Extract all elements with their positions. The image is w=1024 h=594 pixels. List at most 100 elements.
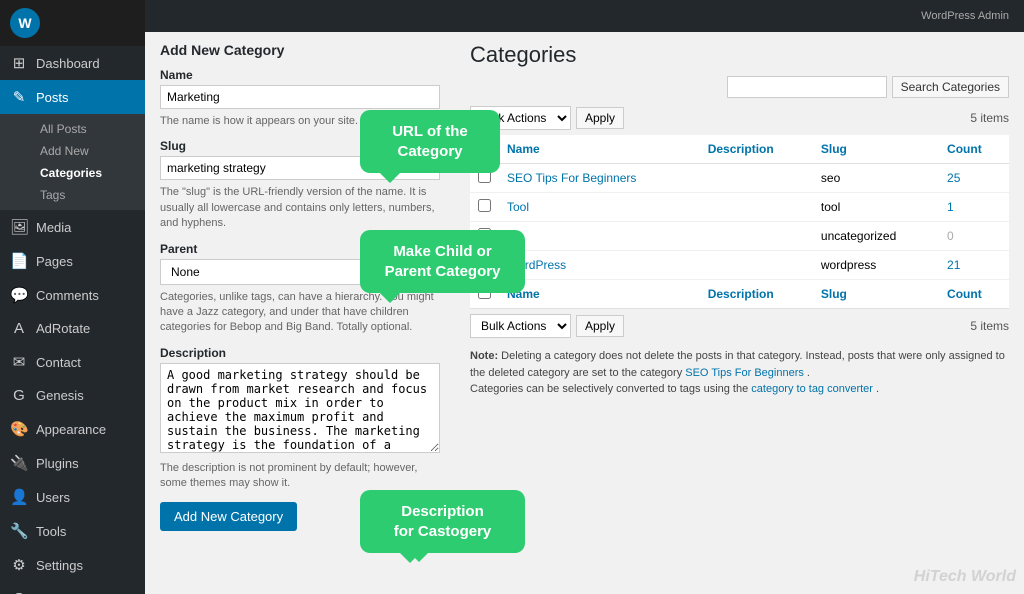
sidebar-label-posts: Posts bbox=[36, 90, 69, 105]
col-description-footer[interactable]: Description bbox=[700, 280, 813, 309]
submenu-add-new[interactable]: Add New bbox=[30, 140, 145, 162]
categories-table: Name Description Slug Count SEO Tips For… bbox=[470, 135, 1009, 309]
row-checkbox[interactable] bbox=[478, 228, 491, 241]
parent-hint: Categories, unlike tags, can have a hier… bbox=[160, 290, 440, 336]
row-checkbox[interactable] bbox=[478, 170, 491, 183]
converter-link[interactable]: category to tag converter bbox=[751, 383, 873, 395]
sidebar-item-posts[interactable]: ✎ Posts bbox=[0, 80, 145, 114]
sidebar-label-appearance: Appearance bbox=[36, 422, 106, 437]
sidebar-item-seo[interactable]: S SEO bbox=[0, 582, 145, 594]
sidebar-item-pages[interactable]: 📄 Pages bbox=[0, 244, 145, 278]
comments-icon: 💬 bbox=[10, 286, 28, 304]
appearance-icon: 🎨 bbox=[10, 420, 28, 438]
contact-icon: ✉ bbox=[10, 353, 28, 371]
page-title: Categories bbox=[470, 37, 1009, 68]
sidebar-item-dashboard[interactable]: ⊞ Dashboard bbox=[0, 46, 145, 80]
topbar-info: WordPress Admin bbox=[921, 10, 1009, 22]
row-description bbox=[700, 251, 813, 280]
sidebar-item-comments[interactable]: 💬 Comments bbox=[0, 278, 145, 312]
sidebar-item-contact[interactable]: ✉ Contact bbox=[0, 345, 145, 379]
col-slug[interactable]: Slug bbox=[813, 135, 939, 164]
cat-name-link[interactable]: WordPress bbox=[507, 258, 566, 272]
bulk-actions-select-bottom[interactable]: Bulk Actions Delete bbox=[470, 314, 571, 338]
pages-icon: 📄 bbox=[10, 252, 28, 270]
sidebar-item-adrotate[interactable]: A AdRotate bbox=[0, 312, 145, 345]
row-checkbox[interactable] bbox=[478, 199, 491, 212]
media-icon: 🖼 bbox=[10, 218, 28, 236]
col-count[interactable]: Count bbox=[939, 135, 1009, 164]
sidebar-label-settings: Settings bbox=[36, 558, 83, 573]
cat-name-link[interactable]: Tool bbox=[507, 200, 529, 214]
select-all-header[interactable] bbox=[470, 135, 499, 164]
categories-table-panel: Categories Search Categories Bulk Action… bbox=[455, 32, 1024, 594]
apply-button-top[interactable]: Apply bbox=[576, 107, 624, 129]
row-count: 1 bbox=[939, 193, 1009, 222]
sidebar-item-appearance[interactable]: 🎨 Appearance bbox=[0, 412, 145, 446]
submenu-all-posts[interactable]: All Posts bbox=[30, 118, 145, 140]
parent-label: Parent bbox=[160, 242, 440, 256]
watermark: HiTech World bbox=[914, 568, 1016, 586]
col-name[interactable]: Name bbox=[499, 135, 700, 164]
wordpress-icon: W bbox=[10, 8, 40, 38]
search-input[interactable] bbox=[727, 76, 887, 98]
items-count-bottom: 5 items bbox=[970, 319, 1009, 333]
sidebar-item-genesis[interactable]: G Genesis bbox=[0, 379, 145, 412]
sidebar-label-adrotate: AdRotate bbox=[36, 321, 90, 336]
sidebar-logo: W bbox=[0, 0, 145, 46]
row-count: 25 bbox=[939, 164, 1009, 193]
bulk-actions-select-top[interactable]: Bulk Actions Delete bbox=[470, 106, 571, 130]
cat-name-link[interactable]: SEO Tips For Beginners bbox=[507, 171, 636, 185]
sidebar-item-settings[interactable]: ⚙ Settings bbox=[0, 548, 145, 582]
table-row: WordPress wordpress 21 bbox=[470, 251, 1009, 280]
description-label: Description bbox=[160, 346, 440, 360]
row-slug: seo bbox=[813, 164, 939, 193]
content-area: Add New Category Name The name is how it… bbox=[145, 32, 1024, 594]
name-label: Name bbox=[160, 68, 440, 82]
row-slug: tool bbox=[813, 193, 939, 222]
search-button[interactable]: Search Categories bbox=[892, 76, 1009, 98]
sidebar-label-contact: Contact bbox=[36, 355, 81, 370]
items-count-top: 5 items bbox=[970, 111, 1009, 125]
select-all-footer-checkbox[interactable] bbox=[478, 286, 491, 299]
add-new-button[interactable]: Add New Category bbox=[160, 502, 297, 531]
parent-select[interactable]: None SEO Tips For Beginners Tool WordPre… bbox=[160, 259, 440, 285]
sidebar-item-tools[interactable]: 🔧 Tools bbox=[0, 514, 145, 548]
sidebar-label-media: Media bbox=[36, 220, 71, 235]
description-hint: The description is not prominent by defa… bbox=[160, 461, 440, 492]
cat-name-empty bbox=[499, 222, 700, 251]
note-text3: Categories can be selectively converted … bbox=[470, 383, 751, 395]
row-count: 21 bbox=[939, 251, 1009, 280]
sidebar-item-users[interactable]: 👤 Users bbox=[0, 480, 145, 514]
table-row: uncategorized 0 bbox=[470, 222, 1009, 251]
select-all-checkbox[interactable] bbox=[478, 141, 491, 154]
sidebar-item-media[interactable]: 🖼 Media bbox=[0, 210, 145, 244]
submenu-tags[interactable]: Tags bbox=[30, 184, 145, 206]
sidebar-label-plugins: Plugins bbox=[36, 456, 79, 471]
row-slug: uncategorized bbox=[813, 222, 939, 251]
sidebar-label-dashboard: Dashboard bbox=[36, 56, 100, 71]
row-checkbox[interactable] bbox=[478, 257, 491, 270]
users-icon: 👤 bbox=[10, 488, 28, 506]
row-slug: wordpress bbox=[813, 251, 939, 280]
table-row: SEO Tips For Beginners seo 25 bbox=[470, 164, 1009, 193]
note-text4: . bbox=[876, 383, 879, 395]
posts-icon: ✎ bbox=[10, 88, 28, 106]
sidebar-item-plugins[interactable]: 🔌 Plugins bbox=[0, 446, 145, 480]
main-content: WordPress Admin Add New Category Name Th… bbox=[145, 0, 1024, 594]
name-input[interactable] bbox=[160, 85, 440, 109]
apply-button-bottom[interactable]: Apply bbox=[576, 315, 624, 337]
topbar: WordPress Admin bbox=[145, 0, 1024, 32]
settings-icon: ⚙ bbox=[10, 556, 28, 574]
description-textarea[interactable]: A good marketing strategy should be draw… bbox=[160, 363, 440, 453]
tools-icon: 🔧 bbox=[10, 522, 28, 540]
slug-input[interactable] bbox=[160, 156, 440, 180]
note-category-link[interactable]: SEO Tips For Beginners bbox=[685, 367, 804, 379]
seo-icon: S bbox=[10, 590, 28, 594]
col-name-footer[interactable]: Name bbox=[499, 280, 700, 309]
submenu-categories[interactable]: Categories bbox=[30, 162, 145, 184]
sidebar-label-pages: Pages bbox=[36, 254, 73, 269]
col-slug-footer[interactable]: Slug bbox=[813, 280, 939, 309]
col-description[interactable]: Description bbox=[700, 135, 813, 164]
note-label: Note: bbox=[470, 350, 498, 362]
col-count-footer[interactable]: Count bbox=[939, 280, 1009, 309]
